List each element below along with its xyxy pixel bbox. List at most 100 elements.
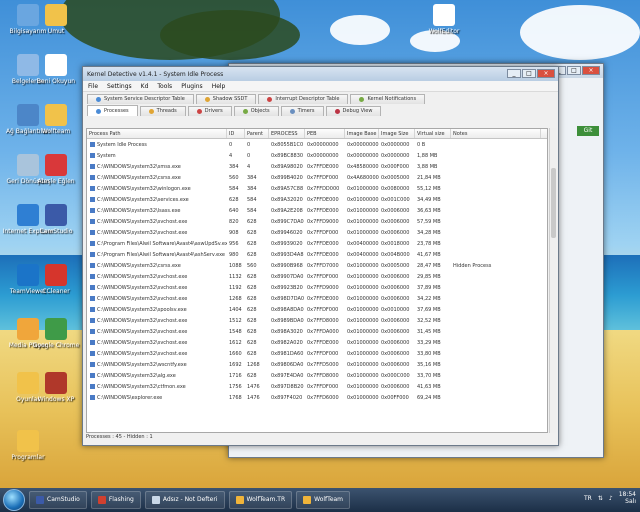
tab[interactable]: Shadow SSDT — [195, 94, 257, 104]
table-cell: 0x0080000 — [381, 185, 410, 192]
taskbar-button[interactable]: WolfTeam — [296, 491, 351, 509]
tab[interactable]: System Service Descriptor Table — [87, 94, 194, 104]
menu-item-tools[interactable]: Tools — [157, 83, 172, 90]
table-row[interactable]: C:\WINDOWS\system32\alg.exe 1716 628 0x897E… — [87, 370, 547, 381]
kernel-detective-window[interactable]: Kernel Detective v1.4.1 - System Idle Pr… — [82, 66, 559, 446]
desktop-icon[interactable]: Ateşle Eğlen — [30, 154, 82, 185]
table-cell: 4 — [229, 152, 233, 159]
scrollbar-thumb[interactable] — [551, 168, 556, 238]
desktop-icon[interactable]: Wolfteam — [30, 104, 82, 135]
table-cell: 1692 — [229, 361, 242, 368]
network-icon[interactable]: ⇅ — [598, 495, 603, 502]
start-button[interactable] — [3, 489, 25, 511]
tab-icon — [96, 108, 101, 114]
table-cell: 628 — [247, 218, 257, 225]
table-row[interactable]: C:\WINDOWS\system32\csrss.exe 1088 560 0x89… — [87, 260, 547, 271]
menu-item-settings[interactable]: Settings — [107, 83, 132, 90]
table-row[interactable]: C:\WINDOWS\system32\svchost.exe 820 628 0x8… — [87, 216, 547, 227]
table-row[interactable]: C:\WINDOWS\system32\spoolsv.exe 1404 628 0x… — [87, 304, 547, 315]
menu-item-file[interactable]: File — [88, 83, 98, 90]
menu-item-kd[interactable]: Kd — [141, 83, 149, 90]
tab[interactable]: Threads — [139, 106, 186, 116]
table-cell: 55,12 MB — [417, 185, 441, 192]
desktop-icon[interactable]: Windows XP — [30, 372, 82, 403]
column-header[interactable]: Parent — [245, 129, 269, 138]
desktop-icon[interactable]: Programlar — [2, 430, 54, 461]
table-row[interactable]: C:\WINDOWS\system32\wscntfy.exe 1692 1268 0… — [87, 359, 547, 370]
table-cell: System — [97, 152, 116, 159]
tab[interactable]: Drivers — [187, 106, 232, 116]
table-row[interactable]: C:\WINDOWS\system32\svchost.exe 1132 628 0x… — [87, 271, 547, 282]
close-button[interactable]: × — [537, 69, 555, 78]
tab[interactable]: Interrupt Descriptor Table — [258, 94, 349, 104]
table-row[interactable]: C:\Program Files\Alwil Software\Avast4\a… — [87, 238, 547, 249]
taskbar-button[interactable]: CamStudio — [29, 491, 87, 509]
menu-item-help[interactable]: Help — [212, 83, 226, 90]
desktop-icon-label: Ateşle Eğlen — [37, 178, 75, 185]
table-cell: 0x89A2E208 — [271, 207, 303, 214]
taskbar-button[interactable]: Adsız - Not Defteri — [144, 491, 225, 509]
tab[interactable]: Timers — [280, 106, 324, 116]
table-cell: 0x7FFD5000 — [307, 361, 339, 368]
table-row[interactable]: C:\WINDOWS\system32\svchost.exe 1512 628 0x… — [87, 315, 547, 326]
taskbar-button[interactable]: WolfTeam.TR — [228, 491, 293, 509]
table-row[interactable]: C:\WINDOWS\explorer.exe 1768 1476 0x897F402… — [87, 392, 547, 403]
go-button[interactable]: Git — [577, 126, 599, 136]
table-row[interactable]: C:\WINDOWS\system32\svchost.exe 1268 628 0x… — [87, 293, 547, 304]
close-button[interactable]: × — [582, 66, 600, 75]
table-row[interactable]: C:\WINDOWS\system32\ctfmon.exe 1756 1476 0x… — [87, 381, 547, 392]
tab[interactable]: Objects — [233, 106, 279, 116]
table-cell: 560 — [247, 262, 257, 269]
table-cell: 34,49 MB — [417, 196, 441, 203]
table-cell: 36,63 MB — [417, 207, 441, 214]
table-cell: 0x89A98020 — [271, 163, 303, 170]
vertical-scrollbar[interactable] — [549, 128, 556, 433]
column-header[interactable]: Process Path — [87, 129, 227, 138]
table-cell: C:\WINDOWS\system32\svchost.exe — [97, 218, 188, 225]
column-header[interactable]: Virtual size — [415, 129, 451, 138]
window-titlebar[interactable]: Kernel Detective v1.4.1 - System Idle Pr… — [83, 67, 558, 81]
table-cell: 0x4A680000 — [347, 174, 379, 181]
table-row[interactable]: C:\WINDOWS\system32\services.exe 628 584 0x… — [87, 194, 547, 205]
table-row[interactable]: C:\WINDOWS\system32\csrss.exe 560 384 0x899… — [87, 172, 547, 183]
column-header[interactable]: ID — [227, 129, 245, 138]
desktop-icon[interactable]: Umut — [30, 4, 82, 35]
table-row[interactable]: C:\WINDOWS\system32\svchost.exe 1192 628 0x… — [87, 282, 547, 293]
table-row[interactable]: System 4 0 0x89BC8830 0x00000000 0x00000000 0x… — [87, 150, 547, 161]
minimize-button[interactable]: _ — [507, 69, 521, 78]
tab[interactable]: Debug View — [325, 106, 382, 116]
table-cell: 628 — [247, 284, 257, 291]
column-header[interactable]: Image Size — [379, 129, 415, 138]
table-row[interactable]: C:\WINDOWS\system32\winlogon.exe 584 384 0x… — [87, 183, 547, 194]
desktop-icon[interactable]: CamStudio — [30, 204, 82, 235]
column-header[interactable]: Image Base — [345, 129, 379, 138]
table-row[interactable]: C:\WINDOWS\system32\svchost.exe 1660 628 0x… — [87, 348, 547, 359]
process-list[interactable]: Process Path ID Parent EPROCESS PEB Image Bas… — [86, 128, 548, 433]
column-header[interactable]: PEB — [305, 129, 345, 138]
menu-item-plugins[interactable]: Plugins — [181, 83, 203, 90]
table-row[interactable]: C:\WINDOWS\system32\svchost.exe 908 628 0x8… — [87, 227, 547, 238]
desktop-icon[interactable]: Beni Okuyun — [30, 54, 82, 85]
clock[interactable]: 18:54 Salı — [619, 491, 636, 505]
table-row[interactable]: C:\WINDOWS\system32\svchost.exe 1612 628 0x… — [87, 337, 547, 348]
tab[interactable]: Processes — [87, 105, 138, 116]
desktop-icon[interactable]: CCleaner — [30, 264, 82, 295]
desktop-icon[interactable]: Google Chrome — [30, 318, 82, 349]
taskbar: CamStudio Flashing Adsız - Not Defteri Wolf… — [0, 488, 640, 512]
tab[interactable]: Kernel Notifications — [350, 94, 426, 104]
table-cell: 0x001C000 — [381, 196, 410, 203]
language-indicator[interactable]: TR — [584, 495, 592, 502]
column-header[interactable]: EPROCESS — [269, 129, 305, 138]
table-row[interactable]: C:\Program Files\Alwil Software\Avast4\a… — [87, 249, 547, 260]
table-cell: 33,80 MB — [417, 350, 441, 357]
volume-icon[interactable]: ♪ — [609, 495, 613, 502]
table-row[interactable]: C:\WINDOWS\system32\lsass.exe 640 584 0x89A… — [87, 205, 547, 216]
maximize-button[interactable]: □ — [567, 66, 581, 75]
taskbar-button[interactable]: Flashing — [90, 491, 141, 509]
table-row[interactable]: System Idle Process 0 0 0x8055B1C0 0x0000000… — [87, 139, 547, 150]
desktop-icon[interactable]: WolfEditor — [418, 4, 470, 35]
maximize-button[interactable]: □ — [522, 69, 536, 78]
table-row[interactable]: C:\WINDOWS\system32\svchost.exe 1548 628 0x… — [87, 326, 547, 337]
column-header[interactable]: Notes — [451, 129, 541, 138]
table-row[interactable]: C:\WINDOWS\system32\smss.exe 384 4 0x89A980… — [87, 161, 547, 172]
